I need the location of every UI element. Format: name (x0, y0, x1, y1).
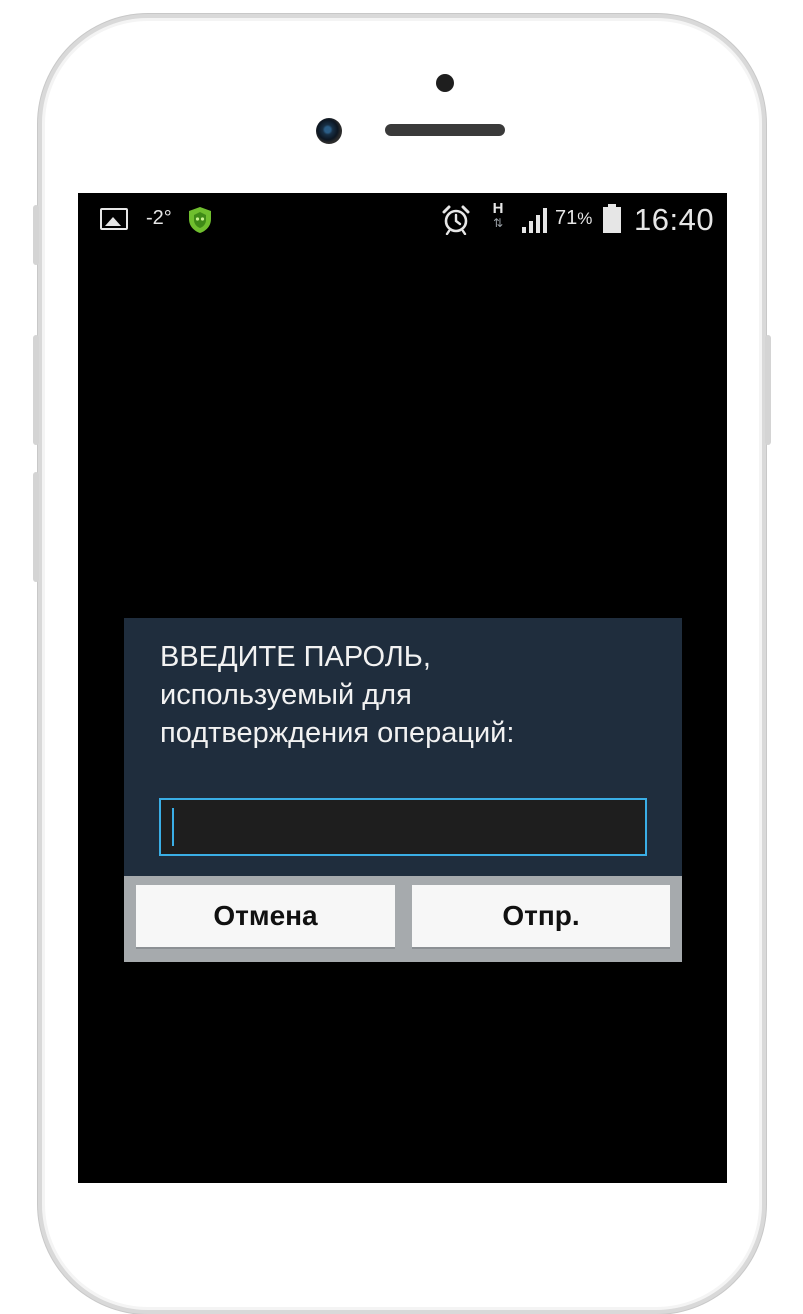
send-button[interactable]: Отпр. (412, 885, 670, 947)
mute-switch (33, 205, 39, 265)
proximity-sensor (436, 74, 454, 92)
dialog-content: ВВЕДИТЕ ПАРОЛЬ, используемый для подтвер… (124, 618, 682, 876)
password-dialog: ВВЕДИТЕ ПАРОЛЬ, используемый для подтвер… (124, 618, 682, 962)
network-type-indicator: H ⇅ (490, 201, 506, 230)
volume-up-button (33, 335, 39, 445)
earpiece-speaker (385, 124, 505, 136)
password-input[interactable] (159, 798, 647, 856)
volume-down-button (33, 472, 39, 582)
cancel-button[interactable]: Отмена (136, 885, 395, 947)
power-button (765, 335, 771, 445)
battery-percent-sign: % (577, 209, 593, 228)
phone-screen: -2° H ⇅ 71% 16:40 ВВЕДИТЕ ПАРОЛЬ, исполь… (78, 193, 727, 1183)
status-clock: 16:40 (634, 202, 715, 237)
front-camera (316, 118, 342, 144)
image-icon (100, 208, 128, 230)
signal-icon (522, 208, 547, 233)
network-type-label: H (492, 200, 504, 217)
temperature-readout: -2° (146, 207, 172, 229)
battery-icon (603, 204, 621, 233)
shield-app-icon (189, 207, 211, 233)
battery-percent: 71% (555, 207, 592, 230)
status-bar: -2° H ⇅ 71% 16:40 (78, 193, 727, 249)
alarm-icon (442, 205, 470, 235)
battery-percent-value: 71 (555, 207, 578, 229)
dialog-message: ВВЕДИТЕ ПАРОЛЬ, используемый для подтвер… (160, 641, 515, 749)
text-cursor (172, 808, 174, 846)
data-activity-icon: ⇅ (492, 216, 504, 230)
